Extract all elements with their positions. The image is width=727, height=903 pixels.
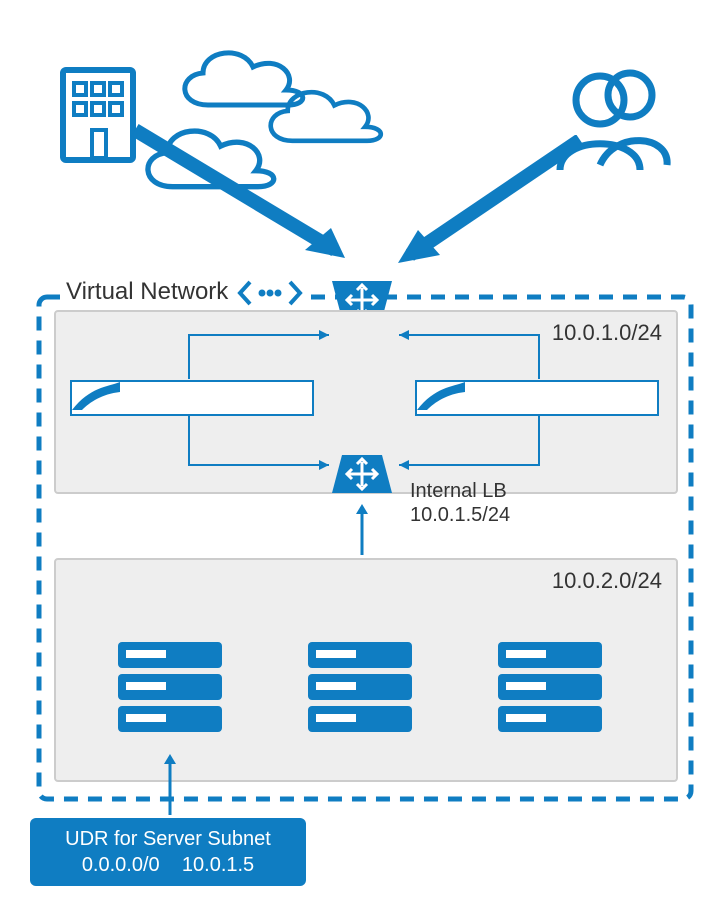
server-icon — [490, 620, 610, 740]
udr-box: UDR for Server Subnet 0.0.0.0/0 10.0.1.5 — [30, 818, 306, 886]
arrow-icon — [125, 120, 385, 280]
internal-lb-label: Internal LB — [410, 480, 507, 503]
server-subnet-cidr: 10.0.2.0/24 — [552, 568, 662, 594]
arrow-up-icon — [352, 500, 372, 560]
vnet-peering-icon — [236, 278, 304, 308]
arrow-icon — [370, 135, 610, 285]
udr-title: UDR for Server Subnet — [44, 826, 292, 852]
server-icon — [300, 620, 420, 740]
vnet-label: Virtual Network — [66, 278, 228, 306]
arrow-up-icon — [160, 750, 180, 820]
udr-prefix: 0.0.0.0/0 — [82, 854, 160, 876]
load-balancer-icon — [327, 450, 397, 498]
server-icon — [110, 620, 230, 740]
internal-lb-ip: 10.0.1.5/24 — [410, 504, 510, 527]
udr-nexthop: 10.0.1.5 — [182, 854, 254, 876]
